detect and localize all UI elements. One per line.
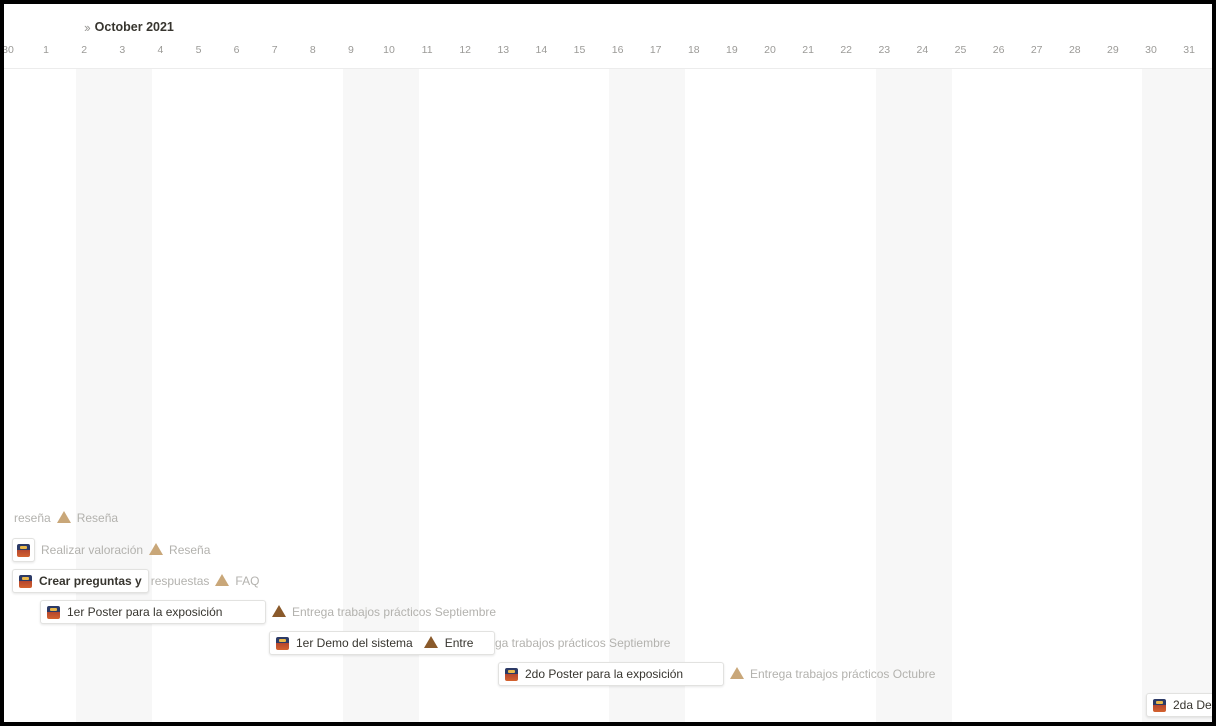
day-number: 2: [81, 44, 88, 56]
timeline-row[interactable]: 1er Demo del sistema Entre ga trabajos p…: [269, 631, 670, 655]
day-number: 5: [195, 44, 202, 56]
day-number: 4: [157, 44, 164, 56]
relation-tag[interactable]: Entrega trabajos prácticos Octubre: [730, 667, 935, 681]
task-card[interactable]: 1er Demo del sistema Entre: [269, 631, 495, 655]
timeline-row[interactable]: reseña Reseña: [14, 506, 118, 530]
day-number: 31: [1183, 44, 1195, 56]
day-number: 29: [1107, 44, 1119, 56]
relation-tag[interactable]: Entrega trabajos prácticos Septiembre: [272, 605, 496, 619]
task-icon: [47, 605, 60, 619]
double-chevron-right-icon[interactable]: ››: [84, 20, 91, 35]
relation-tag[interactable]: Reseña: [149, 543, 210, 557]
relation-label: FAQ: [235, 574, 260, 588]
timeline-header: ›› October 2021 30 1 2 3 4 5 6 7 8 9 10 11 12 13 14 15 1…: [4, 4, 1212, 69]
timeline-row[interactable]: 1er Poster para la exposición Entrega tr…: [40, 600, 496, 624]
relation-label-overflow: ga trabajos prácticos Septiembre: [495, 636, 671, 650]
day-number: 20: [764, 44, 776, 56]
day-number: 15: [573, 44, 586, 56]
task-card[interactable]: 2do Poster para la exposición: [498, 662, 724, 686]
relation-tag[interactable]: FAQ: [215, 574, 259, 588]
weekend-column: [876, 69, 952, 722]
task-card[interactable]: 1er Poster para la exposición: [40, 600, 266, 624]
day-number: 30: [1145, 44, 1157, 56]
task-label: Crear preguntas y: [39, 574, 142, 588]
relation-label: Entre: [444, 636, 474, 650]
task-label: 2da De: [1173, 698, 1212, 712]
day-number: 12: [459, 44, 472, 56]
task-card[interactable]: 2da De: [1146, 693, 1212, 717]
weekend-column: [343, 69, 419, 722]
day-number: 26: [992, 44, 1005, 56]
day-number: 16: [611, 44, 624, 56]
day-number: 21: [802, 44, 814, 56]
weekend-column: [1142, 69, 1212, 722]
weekend-column: [609, 69, 685, 722]
relation-label: Reseña: [76, 511, 119, 525]
mountain-icon: [149, 543, 164, 555]
day-number: 9: [347, 44, 354, 56]
task-label: 2do Poster para la exposición: [525, 667, 684, 681]
day-number: 14: [535, 44, 548, 56]
day-number: 1: [43, 44, 50, 56]
timeline-row[interactable]: Realizar valoración Reseña: [12, 538, 210, 562]
day-number: 23: [878, 44, 891, 56]
task-icon: [276, 636, 289, 650]
timeline-row[interactable]: Crear preguntas y respuestas FAQ: [12, 569, 259, 593]
mountain-icon: [730, 667, 744, 679]
month-nav: ›› October 2021: [84, 18, 174, 36]
day-number: 27: [1030, 44, 1043, 56]
task-label: 1er Poster para la exposición: [67, 605, 223, 619]
task-card[interactable]: [12, 538, 35, 562]
task-label: 1er Demo del sistema: [296, 636, 413, 650]
task-card[interactable]: Crear preguntas y: [12, 569, 149, 593]
task-icon: [19, 574, 32, 588]
timeline-view: ›› October 2021 30 1 2 3 4 5 6 7 8 9 10 11 12 13 14 15 1…: [0, 0, 1216, 726]
task-label[interactable]: Realizar valoración: [41, 543, 143, 557]
day-number: 24: [916, 44, 929, 56]
timeline-grid: [4, 69, 1212, 722]
timeline-row[interactable]: 2do Poster para la exposición Entrega tr…: [498, 662, 935, 686]
day-number: 7: [271, 44, 278, 56]
relation-label: Entrega trabajos prácticos Septiembre: [292, 605, 497, 619]
day-number: 8: [309, 44, 316, 56]
day-number: 3: [119, 44, 126, 56]
day-number: 17: [649, 44, 662, 56]
day-number: 30: [2, 44, 14, 56]
task-label-overflow: respuestas: [150, 574, 210, 588]
day-number: 6: [233, 44, 240, 56]
task-icon: [1153, 698, 1166, 712]
day-number: 11: [421, 44, 433, 56]
relation-label: Reseña: [169, 543, 211, 557]
task-icon: [17, 543, 30, 557]
day-number: 10: [383, 44, 395, 56]
task-icon: [505, 667, 518, 681]
timeline-row[interactable]: 2da De: [1146, 693, 1212, 717]
day-number: 13: [497, 44, 510, 56]
day-number: 19: [726, 44, 738, 56]
mountain-icon: [423, 636, 438, 648]
day-number: 28: [1068, 44, 1081, 56]
weekend-column: [76, 69, 152, 722]
day-number: 25: [954, 44, 967, 56]
month-label: October 2021: [94, 20, 174, 34]
relation-label: Entrega trabajos prácticos Octubre: [750, 667, 936, 681]
mountain-icon: [215, 574, 230, 586]
day-number: 18: [687, 44, 700, 56]
relation-tag[interactable]: Reseña: [56, 511, 119, 525]
mountain-icon: [56, 511, 71, 523]
day-number: 22: [840, 44, 853, 56]
mountain-icon: [272, 605, 286, 617]
task-label[interactable]: reseña: [14, 511, 51, 525]
